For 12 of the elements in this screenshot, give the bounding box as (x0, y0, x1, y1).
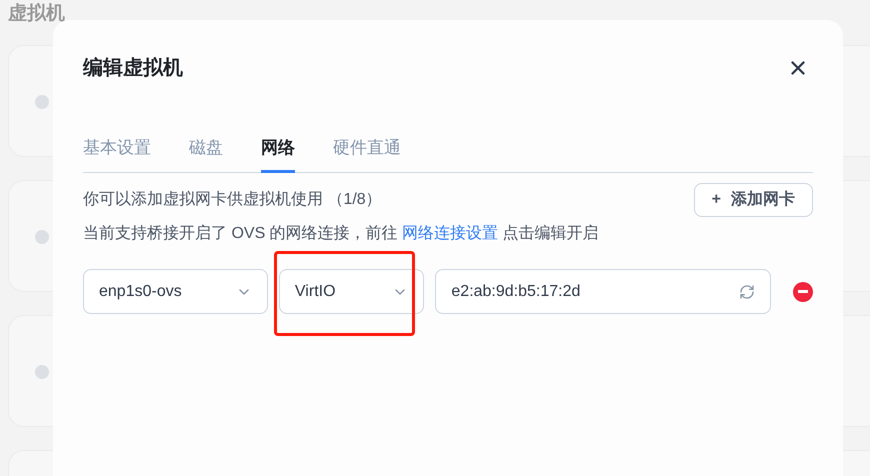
page-title: 虚拟机 (8, 2, 65, 26)
tab[interactable]: 网络 (261, 126, 295, 173)
remove-button[interactable] (793, 282, 813, 302)
mac-field[interactable]: e2:ab:9d:b5:17:2d (435, 269, 772, 314)
interface-select[interactable]: enp1s0-ovs (83, 269, 268, 314)
add-nic-button[interactable]: + 添加网卡 (694, 183, 813, 217)
info-text: 你可以添加虚拟网卡供虚拟机使用 （1/8） (83, 190, 382, 210)
dialog-title: 编辑虚拟机 (83, 56, 183, 81)
refresh-icon (739, 284, 756, 300)
model-select[interactable]: VirtIO (278, 269, 424, 314)
network-settings-link[interactable]: 网络连接设置 (402, 225, 498, 242)
ovs-note: 当前支持桥接开启了 OVS 的网络连接，前往 网络连接设置 点击编辑开启 (83, 224, 600, 244)
